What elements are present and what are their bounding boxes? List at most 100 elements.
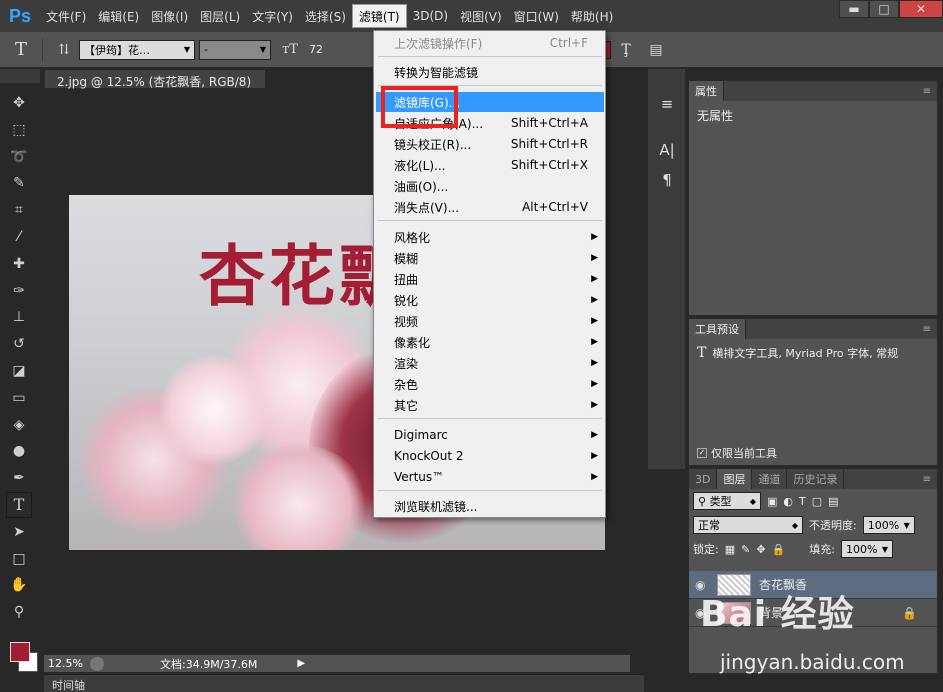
menu-item-lens-correction[interactable]: 镜头校正(R)... Shift+Ctrl+R bbox=[376, 134, 604, 154]
type-tool-icon[interactable]: T bbox=[6, 39, 36, 60]
opacity-field[interactable]: 100% ▼ bbox=[862, 516, 915, 534]
menu-item-convert-smart[interactable]: 转换为智能滤镜 bbox=[376, 62, 604, 82]
blend-mode-select[interactable]: 正常 ◆ bbox=[693, 516, 803, 534]
clone-stamp-tool-icon[interactable]: ⊥ bbox=[6, 304, 32, 330]
status-zoom[interactable]: 12.5% bbox=[44, 657, 90, 670]
hand-tool-icon[interactable]: ✋ bbox=[6, 572, 32, 598]
menu-item-label: 视频 bbox=[394, 314, 419, 329]
menu-item-stylize[interactable]: 风格化 ▶ bbox=[376, 227, 604, 247]
menu-filter[interactable]: 滤镜(T) bbox=[351, 4, 407, 28]
smart-object-filter-icon[interactable]: ▤ bbox=[828, 495, 838, 508]
preset-item[interactable]: T 横排文字工具, Myriad Pro 字体, 常规 bbox=[697, 345, 929, 361]
menu-item-vertus[interactable]: Vertus™ ▶ bbox=[376, 467, 604, 487]
menu-item-noise[interactable]: 杂色 ▶ bbox=[376, 374, 604, 394]
font-style-select[interactable]: - ▼ bbox=[199, 39, 271, 60]
panel-menu-icon[interactable]: ≡ bbox=[923, 474, 931, 485]
lock-transparent-icon[interactable]: ▦ bbox=[725, 543, 735, 556]
marquee-tool-icon[interactable]: ⬚ bbox=[6, 117, 32, 143]
tab-history[interactable]: 历史记录 bbox=[787, 469, 845, 489]
layer-filter-select[interactable]: ⚲ 类型 ◆ bbox=[693, 492, 761, 510]
menu-edit[interactable]: 编辑(E) bbox=[92, 4, 145, 28]
tab-3d[interactable]: 3D bbox=[689, 469, 718, 489]
pixel-filter-icon[interactable]: ▣ bbox=[767, 495, 777, 508]
menu-item-video[interactable]: 视频 ▶ bbox=[376, 311, 604, 331]
timeline-tab[interactable]: 时间轴 bbox=[44, 674, 644, 692]
type-tool-icon[interactable]: T bbox=[6, 491, 32, 518]
character-panel-icon[interactable]: A| bbox=[648, 135, 686, 165]
paragraph-panel-icon[interactable]: ¶ bbox=[648, 165, 686, 195]
history-panel-icon[interactable]: ≡ bbox=[648, 89, 686, 119]
status-menu-arrow-icon[interactable]: ▶ bbox=[297, 658, 305, 669]
warp-text-icon[interactable]: Ţ bbox=[611, 42, 641, 58]
character-panel-icon[interactable]: ▤ bbox=[641, 42, 671, 58]
menu-help[interactable]: 帮助(H) bbox=[565, 4, 619, 28]
lock-all-icon[interactable]: 🔒 bbox=[772, 543, 786, 556]
panel-menu-icon[interactable]: ≡ bbox=[923, 86, 931, 97]
search-icon: ⚲ bbox=[698, 494, 707, 508]
menu-view[interactable]: 视图(V) bbox=[454, 4, 508, 28]
menu-item-knockout[interactable]: KnockOut 2 ▶ bbox=[376, 446, 604, 466]
lock-position-icon[interactable]: ✥ bbox=[756, 543, 765, 556]
tab-channels[interactable]: 通道 bbox=[752, 469, 788, 489]
brush-tool-icon[interactable]: ✑ bbox=[6, 278, 32, 304]
tab-layers[interactable]: 图层 bbox=[717, 469, 753, 489]
type-filter-icon[interactable]: T bbox=[799, 495, 806, 508]
menu-item-browse-online[interactable]: 浏览联机滤镜... bbox=[376, 496, 604, 516]
tab-properties[interactable]: 属性 bbox=[689, 81, 724, 101]
menu-item-digimarc[interactable]: Digimarc ▶ bbox=[376, 425, 604, 445]
path-selection-tool-icon[interactable]: ➤ bbox=[6, 519, 32, 545]
dodge-tool-icon[interactable]: ● bbox=[6, 438, 32, 464]
menu-item-vanishing-point[interactable]: 消失点(V)... Alt+Ctrl+V bbox=[376, 197, 604, 217]
adjustment-filter-icon[interactable]: ◐ bbox=[783, 495, 793, 508]
menu-type[interactable]: 文字(Y) bbox=[246, 4, 299, 28]
menu-file[interactable]: 文件(F) bbox=[40, 4, 92, 28]
minimize-button[interactable]: ▬ bbox=[839, 0, 869, 18]
fill-field[interactable]: 100% ▼ bbox=[840, 540, 893, 558]
menu-item-other[interactable]: 其它 ▶ bbox=[376, 395, 604, 415]
shape-filter-icon[interactable]: ▢ bbox=[812, 495, 822, 508]
menu-item-blur[interactable]: 模糊 ▶ bbox=[376, 248, 604, 268]
crop-tool-icon[interactable]: ⌗ bbox=[6, 197, 32, 223]
status-options-icon[interactable] bbox=[90, 656, 104, 671]
quick-select-tool-icon[interactable]: ✎ bbox=[6, 170, 32, 196]
current-tool-only-checkbox[interactable]: ✓ 仅限当前工具 bbox=[697, 445, 777, 461]
close-button[interactable]: ✕ bbox=[899, 0, 943, 18]
font-size-field[interactable]: 72 bbox=[305, 39, 329, 60]
menu-window[interactable]: 窗口(W) bbox=[508, 4, 565, 28]
menu-image[interactable]: 图像(I) bbox=[145, 4, 194, 28]
foreground-color-swatch[interactable] bbox=[10, 642, 30, 662]
panel-menu-icon[interactable]: ≡ bbox=[923, 324, 931, 335]
healing-brush-tool-icon[interactable]: ✚ bbox=[6, 251, 32, 277]
menu-item-oil-paint[interactable]: 油画(O)... bbox=[376, 176, 604, 196]
font-family-select[interactable]: 【伊筠】花… ▼ bbox=[79, 39, 195, 60]
text-orientation-icon[interactable]: ⇅ bbox=[49, 42, 79, 58]
menu-separator bbox=[378, 220, 602, 221]
blur-tool-icon[interactable]: ◈ bbox=[6, 412, 32, 438]
menu-item-sharpen[interactable]: 锐化 ▶ bbox=[376, 290, 604, 310]
eyedropper-tool-icon[interactable]: ⁄ bbox=[6, 224, 32, 250]
menu-item-liquify[interactable]: 液化(L)... Shift+Ctrl+X bbox=[376, 155, 604, 175]
eraser-tool-icon[interactable]: ◪ bbox=[6, 358, 32, 384]
menu-item-render[interactable]: 渲染 ▶ bbox=[376, 353, 604, 373]
move-tool-icon[interactable]: ✥ bbox=[6, 90, 32, 116]
shape-tool-icon[interactable]: □ bbox=[6, 546, 32, 572]
document-tab[interactable]: 2.jpg @ 12.5% (杏花飘香, RGB/8) * bbox=[44, 69, 266, 104]
tab-tool-presets[interactable]: 工具预设 bbox=[689, 319, 746, 339]
menu-separator bbox=[378, 56, 602, 57]
menu-item-label: Digimarc bbox=[394, 428, 448, 442]
zoom-tool-icon[interactable]: ⚲ bbox=[6, 599, 32, 625]
history-brush-tool-icon[interactable]: ↺ bbox=[6, 331, 32, 357]
status-bar: 12.5% 文档:34.9M/37.6M ▶ bbox=[44, 654, 630, 672]
pen-tool-icon[interactable]: ✒ bbox=[6, 465, 32, 491]
menu-3d[interactable]: 3D(D) bbox=[407, 4, 454, 28]
menu-item-last-filter[interactable]: 上次滤镜操作(F) Ctrl+F bbox=[376, 33, 604, 53]
menu-item-label: 镜头校正(R)... bbox=[394, 137, 472, 152]
gradient-tool-icon[interactable]: ▭ bbox=[6, 385, 32, 411]
lasso-tool-icon[interactable]: ➰ bbox=[6, 144, 32, 170]
maximize-button[interactable]: □ bbox=[869, 0, 899, 18]
menu-select[interactable]: 选择(S) bbox=[299, 4, 352, 28]
menu-item-pixelate[interactable]: 像素化 ▶ bbox=[376, 332, 604, 352]
menu-item-distort[interactable]: 扭曲 ▶ bbox=[376, 269, 604, 289]
lock-image-icon[interactable]: ✎ bbox=[741, 543, 750, 556]
menu-layer[interactable]: 图层(L) bbox=[194, 4, 246, 28]
